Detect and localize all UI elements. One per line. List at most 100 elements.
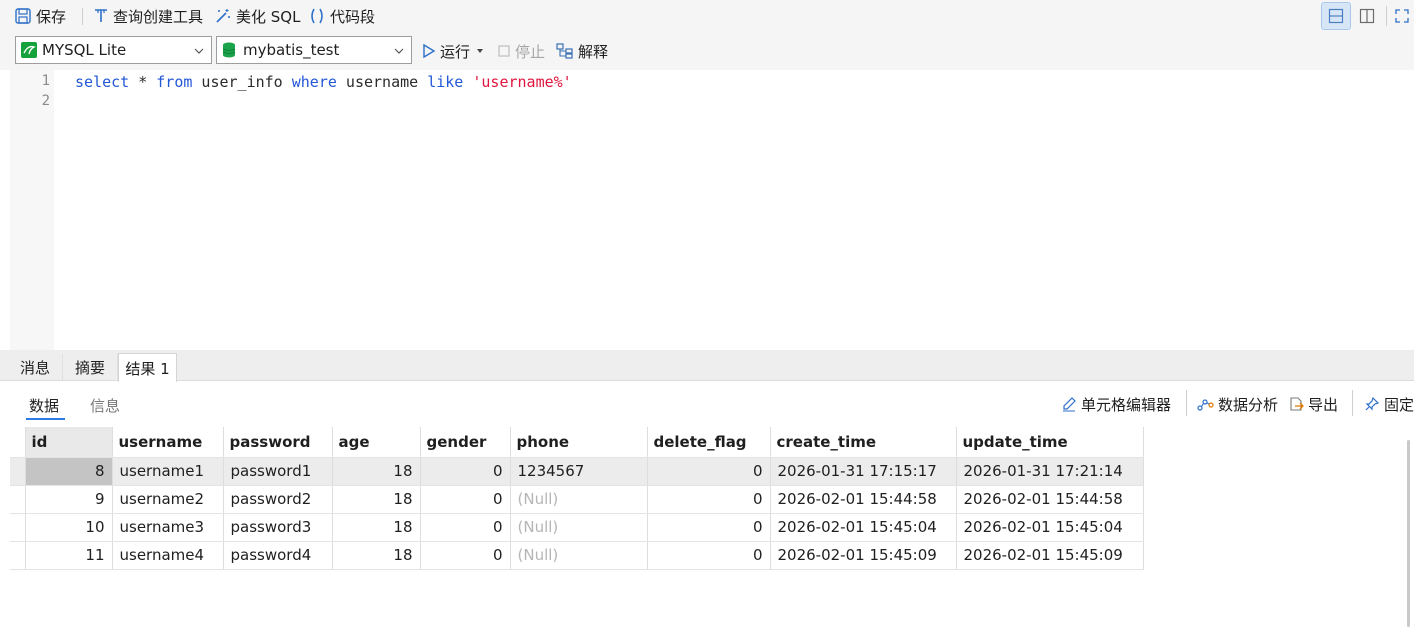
table-cell[interactable]: 18 bbox=[332, 485, 421, 514]
beautify-sql-label: 美化 SQL bbox=[236, 7, 301, 26]
table-cell[interactable]: 18 bbox=[332, 457, 421, 486]
result-grid[interactable]: id username password age gender phone de… bbox=[10, 427, 1144, 570]
subtab-info[interactable]: 信息 bbox=[90, 395, 120, 416]
table-cell[interactable]: 0 bbox=[420, 457, 511, 486]
table-cell[interactable]: 8 bbox=[25, 457, 113, 486]
toolbar-divider bbox=[1186, 390, 1187, 416]
save-button[interactable]: 保存 bbox=[14, 5, 66, 27]
sql-editor[interactable]: 1 2 select * from user_info where userna… bbox=[0, 70, 1414, 350]
table-cell-null[interactable]: (Null) bbox=[510, 485, 648, 514]
stop-button[interactable]: 停止 bbox=[497, 40, 545, 62]
table-cell[interactable]: 2026-02-01 15:45:09 bbox=[770, 541, 957, 570]
subtab-data[interactable]: 数据 bbox=[29, 395, 59, 416]
tab-label: 结果 1 bbox=[125, 359, 170, 378]
sql-text: * bbox=[129, 73, 157, 91]
column-header[interactable]: delete_flag bbox=[647, 427, 771, 458]
table-cell[interactable]: 0 bbox=[647, 485, 771, 514]
connection-name: MYSQL Lite bbox=[42, 41, 127, 59]
export-button[interactable]: 导出 bbox=[1288, 393, 1338, 415]
magic-wand-icon bbox=[216, 9, 230, 23]
row-header[interactable] bbox=[10, 513, 26, 542]
row-header[interactable] bbox=[10, 485, 26, 514]
table-cell[interactable]: 0 bbox=[420, 541, 511, 570]
table-row[interactable]: 9 username2 password2 18 0 (Null) 0 2026… bbox=[10, 485, 1144, 514]
chevron-down-icon bbox=[194, 48, 204, 54]
table-cell[interactable]: 18 bbox=[332, 513, 421, 542]
table-cell[interactable]: 2026-02-01 15:44:58 bbox=[770, 485, 957, 514]
column-header[interactable]: update_time bbox=[956, 427, 1144, 458]
table-cell[interactable]: 0 bbox=[647, 457, 771, 486]
table-cell[interactable]: 2026-01-31 17:21:14 bbox=[956, 457, 1144, 486]
table-cell[interactable]: 9 bbox=[25, 485, 113, 514]
table-cell[interactable]: 11 bbox=[25, 541, 113, 570]
sql-keyword: from bbox=[156, 73, 193, 91]
database-select[interactable]: mybatis_test bbox=[216, 36, 412, 64]
column-header[interactable]: create_time bbox=[770, 427, 957, 458]
caret-down-icon bbox=[477, 49, 484, 53]
stop-label: 停止 bbox=[515, 42, 546, 61]
table-cell[interactable]: 2026-02-01 15:45:09 bbox=[956, 541, 1144, 570]
row-header[interactable] bbox=[10, 457, 26, 486]
table-cell[interactable]: 2026-02-01 15:44:58 bbox=[956, 485, 1144, 514]
row-header-corner bbox=[10, 427, 26, 458]
table-cell[interactable]: 2026-01-31 17:15:17 bbox=[770, 457, 957, 486]
table-cell[interactable]: 0 bbox=[420, 485, 511, 514]
play-icon bbox=[423, 43, 436, 59]
database-name: mybatis_test bbox=[243, 41, 340, 59]
connection-select[interactable]: MYSQL Lite bbox=[15, 36, 212, 64]
result-tabs: 消息 摘要 结果 1 bbox=[0, 350, 1414, 382]
table-cell[interactable]: 0 bbox=[647, 513, 771, 542]
table-cell[interactable]: 2026-02-01 15:45:04 bbox=[956, 513, 1144, 542]
layout-horizontal-split-button[interactable] bbox=[1321, 2, 1351, 30]
table-row[interactable]: 8 username1 password1 18 0 1234567 0 202… bbox=[10, 457, 1144, 486]
main-toolbar: 保存 查询创建工具 美化 SQL 代码段 bbox=[0, 0, 1414, 33]
table-cell[interactable]: 10 bbox=[25, 513, 113, 542]
fullscreen-button[interactable] bbox=[1391, 2, 1413, 30]
table-cell[interactable]: password3 bbox=[223, 513, 333, 542]
explain-label: 解释 bbox=[578, 42, 609, 61]
data-analysis-button[interactable]: 数据分析 bbox=[1197, 393, 1278, 415]
query-builder-label: 查询创建工具 bbox=[113, 7, 204, 26]
table-cell-null[interactable]: (Null) bbox=[510, 513, 648, 542]
save-icon bbox=[15, 8, 31, 24]
vertical-scrollbar[interactable] bbox=[1407, 440, 1410, 627]
table-cell[interactable]: 2026-02-01 15:45:04 bbox=[770, 513, 957, 542]
table-cell[interactable]: username4 bbox=[112, 541, 224, 570]
beautify-sql-button[interactable]: 美化 SQL bbox=[214, 5, 300, 27]
code-snippet-button[interactable]: 代码段 bbox=[308, 5, 375, 27]
table-row[interactable]: 11 username4 password4 18 0 (Null) 0 202… bbox=[10, 541, 1144, 570]
tab-result-1[interactable]: 结果 1 bbox=[118, 353, 177, 382]
table-cell[interactable]: 0 bbox=[420, 513, 511, 542]
column-header[interactable]: id bbox=[25, 427, 113, 458]
run-button[interactable]: 运行 bbox=[422, 40, 488, 62]
table-cell[interactable]: username2 bbox=[112, 485, 224, 514]
tab-messages[interactable]: 消息 bbox=[8, 354, 63, 381]
row-header[interactable] bbox=[10, 541, 26, 570]
table-cell[interactable]: password1 bbox=[223, 457, 333, 486]
table-cell[interactable]: 18 bbox=[332, 541, 421, 570]
table-cell[interactable]: password2 bbox=[223, 485, 333, 514]
column-header[interactable]: gender bbox=[420, 427, 511, 458]
database-icon bbox=[222, 42, 236, 58]
query-builder-button[interactable]: 查询创建工具 bbox=[93, 5, 203, 27]
column-header[interactable]: password bbox=[223, 427, 333, 458]
table-cell[interactable]: username3 bbox=[112, 513, 224, 542]
column-header[interactable]: username bbox=[112, 427, 224, 458]
table-row[interactable]: 10 username3 password3 18 0 (Null) 0 202… bbox=[10, 513, 1144, 542]
column-header[interactable]: age bbox=[332, 427, 421, 458]
table-cell-null[interactable]: (Null) bbox=[510, 541, 648, 570]
sql-code-line[interactable]: select * from user_info where username l… bbox=[75, 73, 572, 91]
table-cell[interactable]: 1234567 bbox=[510, 457, 648, 486]
table-cell[interactable]: 0 bbox=[647, 541, 771, 570]
tab-summary[interactable]: 摘要 bbox=[63, 354, 118, 381]
pin-button[interactable]: 固定 bbox=[1364, 393, 1414, 415]
column-header[interactable]: phone bbox=[510, 427, 648, 458]
grid-header-row: id username password age gender phone de… bbox=[10, 427, 1144, 458]
run-label: 运行 bbox=[440, 42, 471, 61]
table-cell[interactable]: password4 bbox=[223, 541, 333, 570]
line-number: 2 bbox=[41, 93, 50, 109]
table-cell[interactable]: username1 bbox=[112, 457, 224, 486]
layout-vertical-split-button[interactable] bbox=[1352, 2, 1382, 30]
explain-button[interactable]: 解释 bbox=[556, 40, 608, 62]
cell-editor-button[interactable]: 单元格编辑器 bbox=[1061, 393, 1171, 415]
